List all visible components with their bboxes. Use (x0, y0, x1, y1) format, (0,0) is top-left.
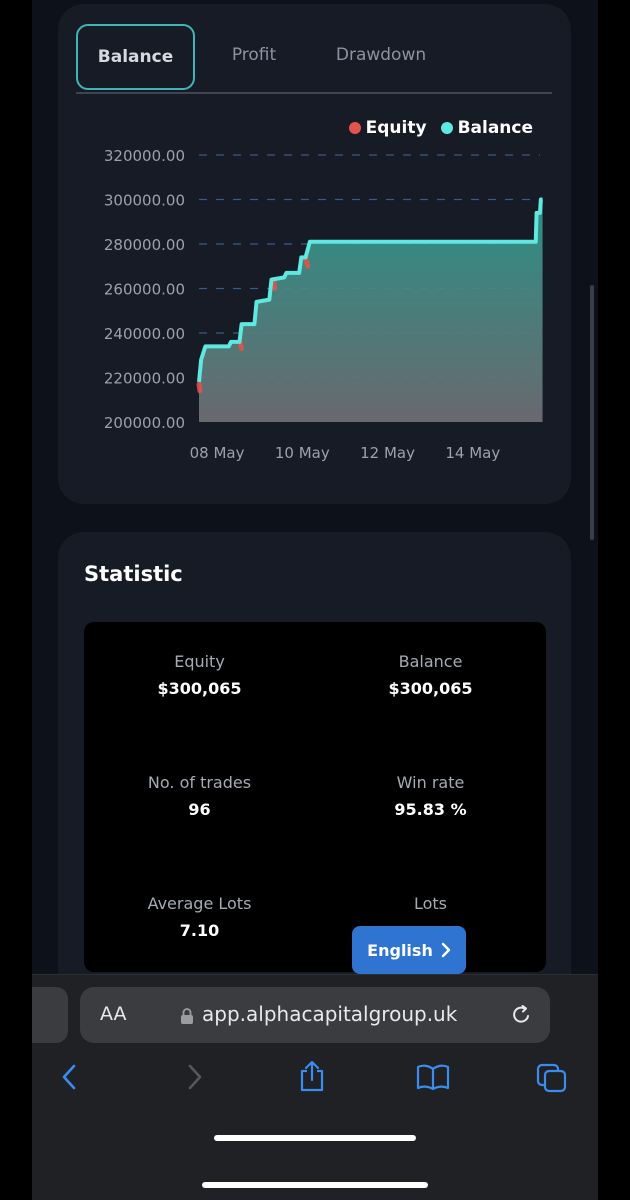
equity-dot-icon (348, 122, 361, 134)
browser-chrome: AA app.alphacapitalgroup.uk (32, 974, 598, 1200)
back-chevron-icon[interactable] (60, 1063, 80, 1091)
stat-label: No. of trades (147, 773, 252, 792)
lock-icon (181, 1008, 193, 1024)
balance-chart: 320000.00 300000.00 280000.00 260000.00 2400… (104, 147, 543, 462)
statistic-grid: Equity $300,065 Balance $300,065 No. of … (84, 622, 546, 972)
y-tick-label: 300000.00 (104, 192, 185, 210)
stat-value: 95.83 % (394, 800, 467, 819)
balance-area (199, 199, 543, 422)
stat-label: Equity (174, 652, 225, 671)
y-tick-label: 220000.00 (104, 370, 185, 388)
language-label: English (367, 940, 433, 960)
stat-win-rate: Win rate 95.83 % (315, 773, 546, 819)
balance-dot-icon (440, 122, 453, 134)
stat-value: 96 (188, 800, 211, 819)
x-tick-label: 12 May (360, 444, 415, 462)
address-bar[interactable]: AA app.alphacapitalgroup.uk (80, 987, 550, 1043)
chart-legend: Equity Balance (348, 118, 533, 138)
chart-card: Balance Profit Drawdown 320000.00 300000.… (58, 4, 571, 504)
reader-aa-button[interactable]: AA (100, 1003, 127, 1025)
language-button[interactable]: English (352, 926, 466, 974)
url-text[interactable]: app.alphacapitalgroup.uk (202, 1002, 457, 1026)
statistic-card: Statistic Equity $300,065 Balance $300,0… (58, 532, 571, 1002)
app-screen: Balance Profit Drawdown 320000.00 300000.… (32, 0, 598, 1200)
device-home-indicator (202, 1182, 428, 1188)
y-tick-label: 320000.00 (104, 147, 185, 165)
x-tick-label: 08 May (190, 444, 245, 462)
stat-value: $300,065 (388, 679, 473, 698)
stat-value: $300,065 (157, 679, 242, 698)
legend-balance-label: Balance (457, 118, 533, 138)
stat-average-lots: Average Lots 7.10 (84, 894, 315, 940)
page-scrollbar[interactable] (590, 285, 594, 540)
stat-value: 7.10 (179, 921, 220, 940)
chevron-right-icon (441, 942, 451, 958)
previous-tab-preview[interactable] (32, 987, 68, 1043)
stat-equity: Equity $300,065 (84, 652, 315, 698)
reload-icon[interactable] (510, 1003, 532, 1027)
stat-balance: Balance $300,065 (315, 652, 546, 698)
y-tick-label: 200000.00 (104, 414, 185, 432)
stat-lots: Lots (315, 894, 546, 921)
stat-label: Balance (398, 652, 463, 671)
x-tick-label: 14 May (445, 444, 500, 462)
legend-balance[interactable]: Balance (440, 118, 533, 138)
x-tick-label: 10 May (275, 444, 330, 462)
y-tick-label: 260000.00 (104, 281, 185, 299)
stat-label: Win rate (396, 773, 465, 792)
stat-label: Average Lots (147, 894, 252, 913)
legend-equity-label: Equity (365, 118, 427, 138)
stat-trades: No. of trades 96 (84, 773, 315, 819)
home-indicator (214, 1135, 416, 1141)
legend-equity[interactable]: Equity (348, 118, 427, 138)
stat-label: Lots (413, 894, 448, 913)
statistic-title: Statistic (84, 562, 183, 586)
equity-dip (196, 381, 203, 394)
book-icon[interactable] (416, 1063, 450, 1091)
forward-chevron-icon[interactable] (184, 1063, 204, 1091)
share-icon[interactable] (298, 1059, 326, 1093)
y-tick-label: 240000.00 (104, 325, 185, 343)
y-tick-label: 280000.00 (104, 236, 185, 254)
tabs-icon[interactable] (536, 1063, 568, 1093)
